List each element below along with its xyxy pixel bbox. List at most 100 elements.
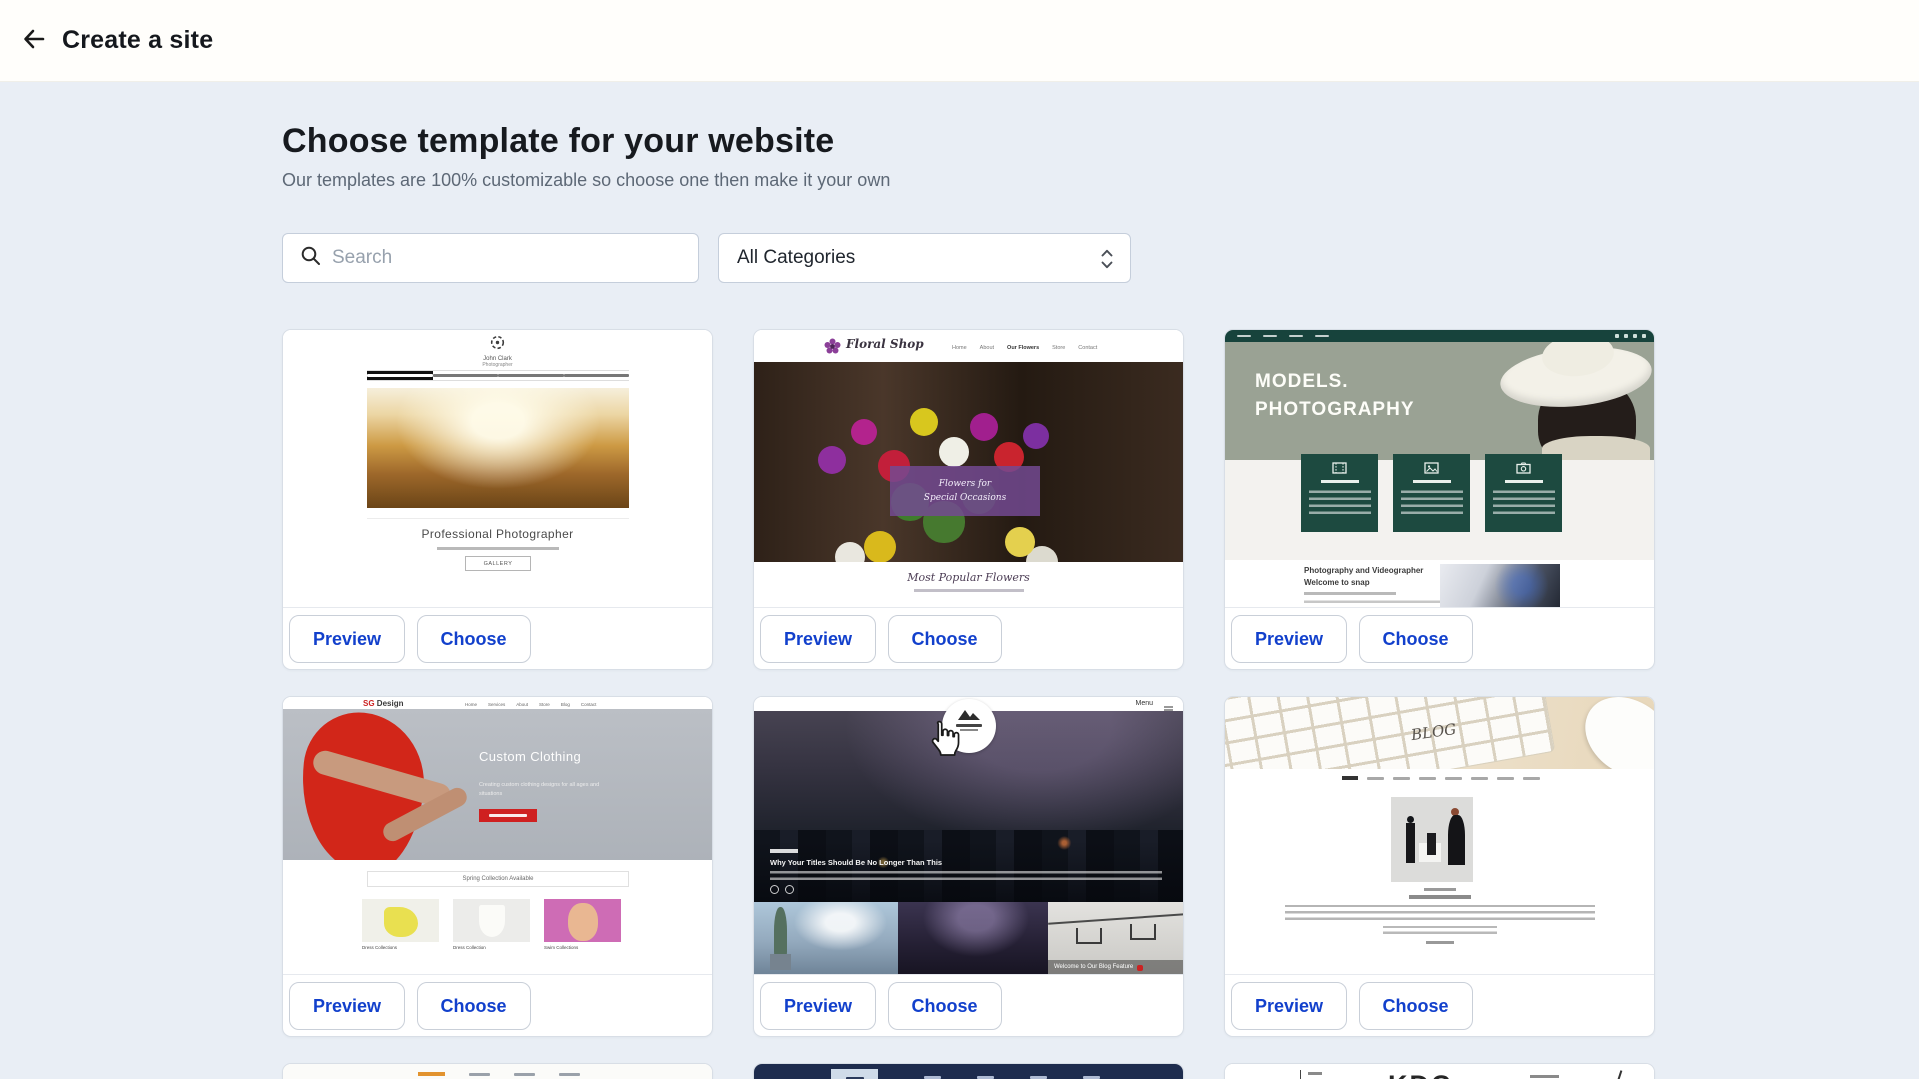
preview-button[interactable]: Preview	[1231, 982, 1347, 1030]
purple-overlay-banner: Flowers for Special Occasions	[890, 466, 1040, 516]
choose-button[interactable]: Choose	[417, 615, 531, 663]
arrow-left-icon	[21, 26, 47, 55]
hero-subtitle: Creating custom clothing designs for all…	[479, 781, 617, 800]
preview-button[interactable]: Preview	[760, 982, 876, 1030]
template-card-models-photography: MODELS. PHOTOGRAPHY	[1224, 329, 1655, 670]
red-dress-hero-image: Custom Clothing Creating custom clothing…	[283, 709, 712, 860]
gallery-button: GALLERY	[465, 556, 531, 571]
feature-box-images	[1393, 454, 1470, 532]
choose-button[interactable]: Choose	[888, 982, 1002, 1030]
tulip-flowers	[784, 392, 800, 408]
tagline-placeholder	[437, 547, 559, 550]
woman-in-hat-illustration	[1476, 342, 1654, 460]
paragraph-placeholder	[1285, 905, 1595, 920]
choose-button[interactable]: Choose	[1359, 615, 1473, 663]
night-sky-image	[898, 902, 1048, 975]
statue-of-liberty-image	[754, 902, 898, 975]
portrait-image	[1440, 564, 1560, 608]
ski-lift-image: Welcome to Our Blog Feature	[1048, 902, 1183, 975]
choose-button[interactable]: Choose	[1359, 982, 1473, 1030]
mountains-icon	[957, 707, 981, 721]
card-footer: Preview Choose	[283, 975, 712, 1030]
card-footer: Preview Choose	[283, 608, 712, 663]
carousel-controls	[770, 885, 794, 894]
search-input[interactable]	[332, 247, 672, 269]
golden-field-hero-image	[367, 388, 629, 508]
product-caption: Swim Collections	[544, 945, 578, 950]
hero-title: Custom Clothing	[479, 749, 581, 764]
template-thumbnail-sg-design[interactable]: SG Design Home Services About Store Blog…	[283, 697, 712, 975]
filter-bar: All Categories	[282, 233, 1655, 283]
mini-navbar: Home About Our Flowers Store Contact	[952, 345, 1097, 351]
section-title: Most Popular Flowers	[754, 571, 1183, 584]
preview-button[interactable]: Preview	[1231, 615, 1347, 663]
template-thumbnail-travel-blog[interactable]: Menu Why Your Titles Should Be No Longer…	[754, 697, 1183, 975]
mini-navbar: Home Services About Store Blog Contact	[465, 702, 596, 707]
preview-button[interactable]: Preview	[289, 615, 405, 663]
card-footer: Preview Choose	[754, 975, 1183, 1030]
card-footer: Preview Choose	[1225, 608, 1654, 663]
paragraph-placeholder	[1383, 926, 1497, 934]
template-card-partial-tabs	[282, 1063, 713, 1079]
preview-button[interactable]: Preview	[760, 615, 876, 663]
back-button[interactable]	[14, 21, 54, 61]
social-icons	[1615, 334, 1646, 338]
choose-button[interactable]: Choose	[888, 615, 1002, 663]
red-marker	[1137, 965, 1143, 971]
template-thumbnail-photographer[interactable]: John Clark Photographer Professional Pho…	[283, 330, 712, 608]
product-image-white-dress	[453, 899, 530, 942]
office-photo	[1391, 797, 1473, 882]
heading-placeholder	[1409, 895, 1471, 899]
hero-title: MODELS. PHOTOGRAPHY	[1255, 368, 1415, 423]
template-thumbnail-keyboard-blog[interactable]: BLOG	[1225, 697, 1654, 975]
tulip-bouquet-hero-image: Flowers for Special Occasions	[754, 362, 1183, 562]
template-thumbnail-tabs[interactable]	[283, 1064, 712, 1079]
template-card-sg-design: SG Design Home Services About Store Blog…	[282, 696, 713, 1037]
film-icon	[1332, 462, 1347, 474]
template-card-photographer: John Clark Photographer Professional Pho…	[282, 329, 713, 670]
section-subheading: Our templates are 100% customizable so c…	[282, 170, 1655, 191]
keyboard-illustration	[1225, 697, 1555, 769]
mouse-illustration	[1570, 697, 1654, 769]
sg-brand: SG Design	[363, 699, 403, 708]
menu-label: Menu	[1135, 700, 1153, 707]
template-thumbnail-navy[interactable]	[754, 1064, 1183, 1079]
choose-button[interactable]: Choose	[417, 982, 531, 1030]
red-cta-button	[479, 809, 537, 822]
camera-shutter-icon	[490, 337, 505, 354]
blog-caption: Welcome to Our Blog Feature	[1048, 960, 1183, 975]
models-hero-image: MODELS. PHOTOGRAPHY	[1225, 342, 1654, 460]
link-placeholder	[1426, 941, 1454, 944]
page-title: Create a site	[62, 26, 213, 55]
template-card-floral-shop: Floral Shop Home About Our Flowers Store…	[753, 329, 1184, 670]
subtitle-placeholder	[914, 589, 1024, 592]
mini-navbar	[1225, 776, 1654, 780]
chevron-updown-icon	[1098, 246, 1116, 277]
camera-icon	[1516, 462, 1531, 474]
mountain-badge-logo	[942, 699, 996, 753]
mini-navbar	[1225, 330, 1654, 342]
section-heading: Choose template for your website	[282, 82, 1655, 161]
floral-brand: Floral Shop	[846, 337, 924, 351]
search-icon	[283, 245, 322, 272]
template-thumbnail-kdc[interactable]: KDC	[1225, 1064, 1654, 1079]
template-card-keyboard-blog: BLOG Prev	[1224, 696, 1655, 1037]
template-title: Professional Photographer	[283, 527, 712, 541]
template-thumbnail-models-photography[interactable]: MODELS. PHOTOGRAPHY	[1225, 330, 1654, 608]
product-image-yellow-dress	[362, 899, 439, 942]
post-excerpt-placeholder	[770, 871, 1162, 880]
template-thumbnail-floral-shop[interactable]: Floral Shop Home About Our Flowers Store…	[754, 330, 1183, 608]
card-footer: Preview Choose	[1225, 975, 1654, 1030]
feature-box-photography	[1485, 454, 1562, 532]
feature-box-videography	[1301, 454, 1378, 532]
active-nav-tab	[831, 1069, 878, 1079]
flower-logo-icon	[824, 338, 841, 360]
collection-banner: Spring Collection Available	[367, 871, 629, 887]
product-image-swimsuit	[544, 899, 621, 942]
app-header: Create a site	[0, 0, 1919, 82]
preview-button[interactable]: Preview	[289, 982, 405, 1030]
product-caption: Dress Collections	[362, 945, 397, 950]
product-caption: Dress Collection	[453, 945, 486, 950]
category-dropdown[interactable]: All Categories	[718, 233, 1131, 283]
kdc-brand: KDC	[1388, 1070, 1453, 1079]
